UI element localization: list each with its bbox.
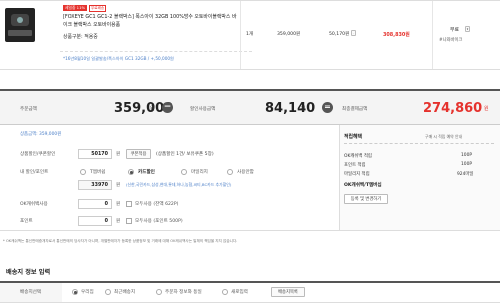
benefit-row-3-key: 마일리지 적립 [344, 172, 370, 177]
radio-none[interactable] [227, 169, 233, 175]
footnote: * OK캐쉬백는 통신판매중개자로서 통신판매의 당사자가 아니며, 개별판매자… [3, 239, 238, 243]
radio-new-address-label[interactable]: 새로입력 [231, 289, 248, 295]
radio-new-address[interactable] [222, 289, 228, 295]
radio-recent-address[interactable] [105, 289, 111, 295]
discount-amount-unit: 원 [301, 106, 306, 112]
coupon-input[interactable]: 50170 [78, 149, 112, 159]
free-shipping-badge: 무료배송 [89, 5, 107, 12]
point-unit: 원 [116, 219, 121, 224]
sale-badge: 세일중 11% [63, 5, 88, 11]
summary-bar: 주문금액 359,000 원 − 할인사용금액 84,140 원 = 최종결제금… [0, 89, 500, 125]
camera-lens-dot [17, 17, 23, 23]
point-use-all-checkbox[interactable] [126, 218, 132, 224]
ok-cashback-use-all-label[interactable]: 모두사용 (잔액 622P) [135, 201, 178, 207]
equals-icon: = [322, 102, 333, 113]
quantity: 1개 [246, 32, 254, 37]
radio-my-home-label[interactable]: 우리집 [81, 289, 94, 295]
camera-accessory [8, 30, 32, 36]
discount-detail-button[interactable]: · [351, 30, 356, 36]
point-label: 포인트 [20, 219, 33, 224]
card-discount-label: 내 할인/포인트 [20, 170, 49, 175]
benefit-row-3-value: 924마일 [457, 172, 474, 177]
final-price: 308,830원 [383, 32, 410, 38]
address-list-button[interactable]: 배송지목록 [271, 287, 305, 297]
coupon-unit: 원 [116, 152, 121, 157]
final-amount: 274,860 [423, 101, 483, 116]
shipping-select-label: 배송지선택 [20, 290, 42, 295]
ok-cashback-input[interactable]: 0 [78, 199, 112, 209]
radio-mileage-label[interactable]: 마일리지 [191, 169, 208, 175]
radio-mileage[interactable] [181, 169, 187, 175]
benefit-divider [344, 143, 494, 144]
benefit-row-1-key: OK캐쉬백 적립 [344, 154, 372, 159]
point-use-all-label[interactable]: 모두사용 (포인트 500P) [135, 218, 183, 224]
seller-name[interactable]: #니와바이크 [439, 37, 462, 43]
register-change-button[interactable]: 등록 및 변경하기 [344, 194, 388, 204]
radio-same-as-orderer-label[interactable]: 주문자 정보와 동일 [165, 289, 202, 295]
card-discount-value: 33970 [78, 180, 112, 190]
order-amount-unit: 원 [150, 106, 155, 112]
ok-cashback-use-all-checkbox[interactable] [126, 201, 132, 207]
discount-price: 50,170원 [329, 32, 350, 37]
radio-t-membership-label[interactable]: T멤버쉽 [90, 169, 106, 175]
radio-card-discount[interactable] [128, 169, 134, 175]
radio-recent-address-label[interactable]: 최근배송지 [114, 289, 135, 295]
benefit-subtitle: 구매 시 적립 예약 안내 [425, 134, 463, 139]
col-divider-2 [432, 1, 433, 69]
product-row-bottom-border [0, 69, 500, 70]
radio-none-label[interactable]: 사용안함 [237, 169, 254, 175]
final-amount-unit: 원 [484, 106, 489, 112]
card-discount-info: (신한,국민카드,삼성,현대,롯데,하나,농협,씨티,BC카드 추가할인) [126, 182, 232, 187]
discount-amount-label: 할인사용금액 [190, 107, 216, 112]
discount-amount: 84,140 [265, 101, 316, 116]
shipping-row: 배송지선택 우리집 최근배송지 주문자 정보와 동일 새로입력 배송지목록 [0, 281, 500, 303]
product-thumbnail[interactable] [5, 8, 35, 42]
benefit-row-2-key: 포인트 적립 [344, 163, 366, 168]
ok-cashback-label: OK캐쉬백사용 [20, 202, 48, 207]
col-divider-1 [240, 1, 241, 69]
ok-card-label: OK캐쉬백/T멤버십 [344, 183, 382, 188]
shipping-info-button[interactable]: ▾ [465, 26, 470, 32]
benefit-panel: 적립혜택 구매 시 적립 예약 안내 OK캐쉬백 적립 100P 포인트 적립 … [340, 125, 500, 231]
benefit-title: 적립혜택 [344, 134, 362, 140]
product-row-top-border [0, 0, 500, 1]
order-amount-label: 주문금액 [20, 107, 37, 112]
product-divider [60, 51, 252, 52]
unit-price: 359,000원 [277, 32, 301, 37]
ok-cashback-unit: 원 [116, 202, 121, 207]
shipping-section-title: 배송지 정보 입력 [6, 269, 51, 276]
product-option: 상품구분: 적용중 [63, 34, 98, 40]
product-title[interactable]: [FOXEYE GC1 GC1-2 블랙박스] 폭스아이 32GB 100%방수… [63, 13, 239, 29]
radio-t-membership[interactable] [80, 169, 86, 175]
shipping-fee: 무료 [450, 27, 459, 33]
coupon-info: (상품할인 1건/ 보유쿠폰 5장) [156, 152, 214, 157]
radio-same-as-orderer[interactable] [156, 289, 162, 295]
coupon-label: 상품할인/쿠폰할인 [20, 152, 56, 157]
product-amount-text: 상품금액: 359,000원 [20, 132, 62, 137]
minus-icon: − [162, 102, 173, 113]
radio-my-home[interactable] [72, 289, 78, 295]
final-amount-label: 최종결제금액 [342, 107, 368, 112]
card-discount-unit: 원 [116, 183, 121, 188]
radio-card-discount-label[interactable]: 카드할인 [138, 169, 155, 175]
product-note: *16년8월10일 일괄발송/폭스아이 GC1 32GB / +,50,000원 [63, 56, 174, 61]
point-input[interactable]: 0 [78, 216, 112, 226]
discount-panel: 상품금액: 359,000원 상품할인/쿠폰할인 50170 원 쿠폰적용 (상… [0, 125, 340, 231]
benefit-row-2-value: 100P [461, 162, 473, 167]
apply-coupon-button[interactable]: 쿠폰적용 [126, 149, 151, 159]
benefit-row-1-value: 100P [461, 153, 473, 158]
